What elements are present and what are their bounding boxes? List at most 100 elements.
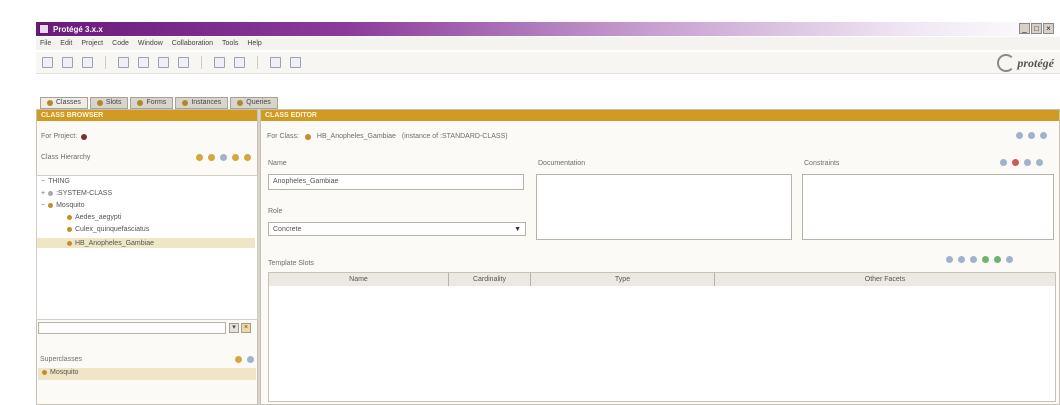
- classes-tab-icon: [47, 100, 53, 106]
- refresh-icon[interactable]: [1040, 132, 1047, 139]
- superclass-item[interactable]: Mosquito: [38, 368, 256, 380]
- menu-file[interactable]: File: [40, 40, 51, 47]
- tree-node-mosquito[interactable]: − Mosquito: [41, 202, 85, 209]
- class-icon: [42, 370, 47, 375]
- name-field[interactable]: Anopheles_Gambiae: [268, 174, 524, 190]
- column-header-other-facets[interactable]: Other Facets: [715, 273, 1055, 286]
- app-icon: [39, 24, 49, 34]
- class-search-input[interactable]: [38, 322, 226, 334]
- tree-node-label: :SYSTEM-CLASS: [56, 190, 113, 197]
- column-header-name[interactable]: Name: [269, 273, 449, 286]
- create-class-icon[interactable]: [196, 154, 203, 161]
- tab-classes[interactable]: Classes: [40, 97, 88, 109]
- menu-window[interactable]: Window: [138, 40, 163, 47]
- class-icon: [67, 240, 72, 246]
- tree-node-anopheles[interactable]: HB_Anopheles_Gambiae: [37, 238, 255, 248]
- next-icon[interactable]: [290, 57, 301, 68]
- view-constraint-icon[interactable]: [1000, 159, 1007, 166]
- expand-icon[interactable]: −: [41, 178, 45, 185]
- override-slot-icon[interactable]: [1006, 256, 1013, 263]
- copy-icon[interactable]: [138, 57, 149, 68]
- view-class-icon[interactable]: [220, 154, 227, 161]
- tab-queries[interactable]: Queries: [230, 97, 278, 109]
- for-class-label: For Class:: [267, 133, 299, 140]
- new-icon[interactable]: [42, 57, 53, 68]
- tree-node-label: Aedes_aegypti: [75, 214, 122, 221]
- next-class-icon[interactable]: [1028, 132, 1035, 139]
- prev-class-icon[interactable]: [1016, 132, 1023, 139]
- menu-project[interactable]: Project: [81, 40, 103, 47]
- tab-slots[interactable]: Slots: [89, 97, 129, 109]
- remove-slot-icon[interactable]: [994, 256, 1001, 263]
- view-slot-icon[interactable]: [946, 256, 953, 263]
- class-tree[interactable]: − THING + :SYSTEM-CLASS − Mosquito Aedes…: [36, 175, 258, 320]
- add-superclass-icon[interactable]: [235, 356, 242, 363]
- redo-icon[interactable]: [214, 57, 225, 68]
- tab-instances[interactable]: Instances: [175, 97, 229, 109]
- add-constraint-icon[interactable]: [1024, 159, 1031, 166]
- tree-node-system-class[interactable]: + :SYSTEM-CLASS: [41, 190, 112, 197]
- menu-bar: File Edit Project Code Window Collaborat…: [36, 37, 1060, 50]
- slots-tab-icon: [96, 100, 103, 106]
- menu-collaboration[interactable]: Collaboration: [172, 40, 213, 47]
- class-hierarchy-label: Class Hierarchy: [41, 154, 91, 161]
- move-class-icon[interactable]: [232, 154, 239, 161]
- expand-icon[interactable]: −: [41, 202, 45, 209]
- class-icon: [48, 191, 54, 196]
- queries-tab-icon: [237, 100, 244, 106]
- logo-text: protégé: [1017, 55, 1054, 70]
- undo-icon[interactable]: [178, 57, 189, 68]
- protege-logo: protégé: [997, 53, 1054, 73]
- for-class-row: For Class: HB_Anopheles_Gambiae (instanc…: [267, 133, 1059, 140]
- expand-icon[interactable]: +: [41, 190, 45, 197]
- tab-bar: Classes Slots Forms Instances Queries: [40, 97, 278, 109]
- template-slots-table[interactable]: Name Cardinality Type Other Facets: [268, 272, 1056, 402]
- chevron-down-icon[interactable]: ▼: [514, 226, 521, 233]
- search-dropdown-icon[interactable]: ▾: [229, 323, 239, 333]
- maximize-button[interactable]: □: [1031, 23, 1042, 34]
- class-editor-header: CLASS EDITOR: [261, 110, 1059, 121]
- role-select[interactable]: Concrete ▼: [268, 222, 526, 236]
- superclass-label: Mosquito: [50, 369, 79, 376]
- open-icon[interactable]: [62, 57, 73, 68]
- previous-icon[interactable]: [270, 57, 281, 68]
- title-bar: Protégé 3.x.x _ □ ×: [36, 22, 1060, 36]
- tree-node-label: Culex_quinquefasciatus: [75, 226, 150, 233]
- tree-node-thing[interactable]: − THING: [41, 178, 70, 185]
- constraints-list[interactable]: [802, 174, 1054, 240]
- find-icon[interactable]: [234, 57, 245, 68]
- tab-forms[interactable]: Forms: [130, 97, 174, 109]
- create-constraint-icon[interactable]: [1012, 159, 1019, 166]
- menu-dropdown-icon[interactable]: [244, 154, 251, 161]
- forms-tab-icon: [137, 100, 144, 106]
- menu-edit[interactable]: Edit: [60, 40, 72, 47]
- minimize-button[interactable]: _: [1019, 23, 1030, 34]
- class-icon: [67, 215, 72, 220]
- tree-node-label: THING: [48, 178, 70, 185]
- menu-code[interactable]: Code: [112, 40, 129, 47]
- tree-node-label: Mosquito: [56, 202, 85, 209]
- create-slot-icon[interactable]: [970, 256, 977, 263]
- delete-class-icon[interactable]: [208, 154, 215, 161]
- save-icon[interactable]: [82, 57, 93, 68]
- menu-tools[interactable]: Tools: [222, 40, 238, 47]
- for-project-row: For Project:: [41, 133, 257, 140]
- paste-icon[interactable]: [158, 57, 169, 68]
- close-button[interactable]: ×: [1043, 23, 1054, 34]
- add-slot-icon[interactable]: [982, 256, 989, 263]
- constraints-toolbar: [1000, 159, 1043, 166]
- hierarchy-toolbar: [196, 154, 251, 161]
- superclasses-label: Superclasses: [40, 356, 83, 363]
- column-header-cardinality[interactable]: Cardinality: [449, 273, 531, 286]
- remove-superclass-icon[interactable]: [247, 356, 254, 363]
- tree-node-aedes[interactable]: Aedes_aegypti: [67, 214, 121, 221]
- view-top-slot-icon[interactable]: [958, 256, 965, 263]
- menu-help[interactable]: Help: [247, 40, 261, 47]
- documentation-field[interactable]: [536, 174, 792, 240]
- tree-node-culex[interactable]: Culex_quinquefasciatus: [67, 226, 149, 233]
- class-browser-header: CLASS BROWSER: [37, 110, 257, 121]
- remove-constraint-icon[interactable]: [1036, 159, 1043, 166]
- column-header-type[interactable]: Type: [531, 273, 715, 286]
- cut-icon[interactable]: [118, 57, 129, 68]
- search-find-icon[interactable]: ×: [241, 323, 251, 333]
